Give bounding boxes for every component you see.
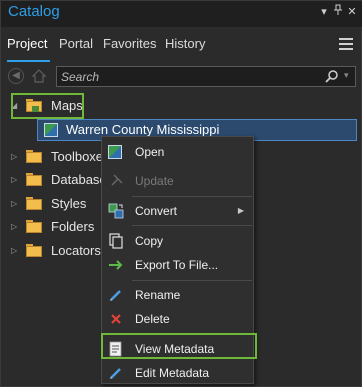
menu-label-delete: Delete	[135, 312, 170, 326]
convert-icon	[108, 203, 124, 219]
pin-icon[interactable]	[331, 4, 345, 20]
options-dropdown-icon[interactable]: ▾	[317, 4, 331, 20]
pencil-icon	[110, 290, 121, 301]
close-icon[interactable]: ✕	[345, 4, 359, 20]
menu-icon[interactable]	[339, 38, 353, 50]
styles-folder-icon	[26, 197, 42, 210]
search-box[interactable]: ▾	[56, 66, 356, 87]
menu-item-export-to-file[interactable]: Export To File...	[102, 253, 253, 277]
expand-icon[interactable]: ▷	[11, 222, 17, 231]
copy-icon	[109, 233, 123, 249]
expand-icon[interactable]: ▷	[11, 246, 17, 255]
expand-icon[interactable]: ▷	[11, 152, 17, 161]
search-icon[interactable]	[325, 69, 339, 83]
maps-highlight-outline	[11, 93, 84, 119]
expand-icon[interactable]: ▷	[11, 199, 17, 208]
toolboxes-folder-icon	[26, 150, 42, 163]
tree-label-styles: Styles	[51, 196, 87, 211]
map-icon	[108, 145, 122, 159]
menu-item-open[interactable]: Open	[102, 140, 253, 164]
delete-x-icon	[111, 314, 121, 324]
active-tab-indicator	[7, 60, 50, 62]
catalog-tabs: Project Portal Favorites History	[1, 31, 362, 61]
map-icon	[44, 123, 58, 137]
search-input[interactable]	[61, 69, 301, 85]
menu-label-update: Update	[135, 174, 174, 188]
update-icon	[111, 174, 123, 186]
menu-label-edit-metadata: Edit Metadata	[135, 366, 210, 380]
menu-item-delete[interactable]: Delete	[102, 307, 253, 331]
export-arrow-icon	[109, 260, 123, 270]
menu-item-rename[interactable]: Rename	[102, 283, 253, 307]
menu-item-edit-metadata[interactable]: Edit Metadata	[102, 361, 253, 385]
search-options-dropdown-icon[interactable]: ▾	[344, 70, 349, 81]
view-metadata-highlight-outline	[101, 333, 257, 359]
menu-label-export-to-file: Export To File...	[135, 258, 219, 272]
databases-folder-icon	[26, 173, 42, 186]
locators-folder-icon	[26, 244, 42, 257]
tab-favorites[interactable]: Favorites	[103, 36, 156, 51]
back-icon[interactable]: ◀	[8, 68, 24, 84]
menu-label-convert: Convert	[135, 204, 178, 218]
folders-folder-icon	[26, 220, 42, 233]
submenu-arrow-icon: ▶	[237, 206, 244, 215]
tree-label-folders: Folders	[51, 219, 95, 234]
tree-label-locators: Locators	[51, 243, 101, 258]
menu-item-update[interactable]: Update	[102, 169, 253, 193]
title-bar: Catalog ▾ ✕	[1, 1, 362, 27]
menu-label-copy: Copy	[135, 234, 164, 248]
menu-separator	[132, 196, 252, 197]
menu-item-copy[interactable]: Copy	[102, 229, 253, 253]
menu-label-open: Open	[135, 145, 165, 159]
pencil-icon	[110, 368, 121, 379]
tab-history[interactable]: History	[165, 36, 205, 51]
window-title: Catalog	[8, 3, 60, 20]
menu-label-rename: Rename	[135, 288, 181, 302]
tab-project[interactable]: Project	[7, 36, 47, 51]
menu-item-convert[interactable]: Convert ▶	[102, 199, 253, 223]
menu-separator	[132, 225, 252, 226]
expand-icon[interactable]: ▷	[11, 175, 17, 184]
menu-separator	[132, 280, 252, 281]
catalog-pane: Catalog ▾ ✕ Project Portal Favorites His…	[0, 0, 362, 387]
tab-portal[interactable]: Portal	[59, 36, 93, 51]
home-icon[interactable]	[31, 68, 47, 84]
